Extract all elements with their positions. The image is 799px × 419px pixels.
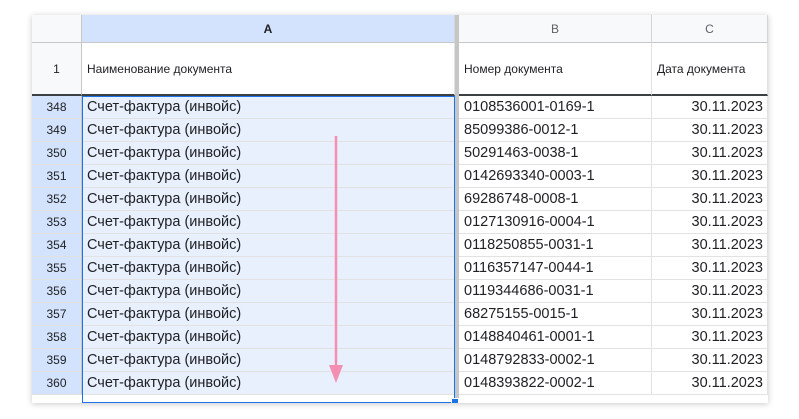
drag-down-arrow xyxy=(329,136,343,383)
spreadsheet-grid: A B C 1 Наименование документа Номер док… xyxy=(32,15,768,403)
drag-arrow-head xyxy=(329,365,343,383)
